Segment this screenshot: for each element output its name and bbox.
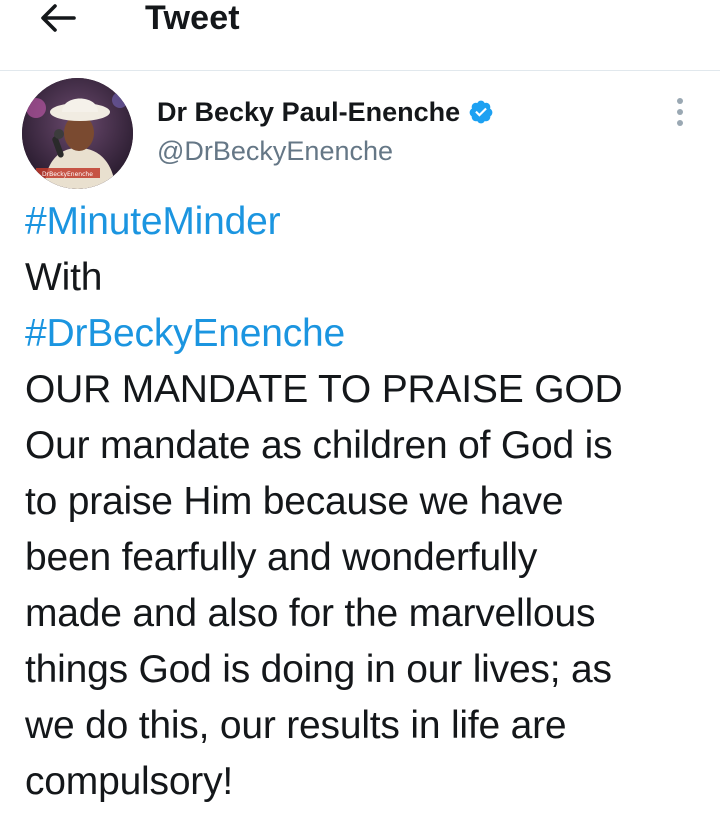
tweet-line: we do this, our results in life are xyxy=(25,704,567,747)
tweet-line: OUR MANDATE TO PRAISE GOD xyxy=(25,368,623,411)
tweet-line: compulsory! xyxy=(25,760,234,803)
tweet-line: to praise Him because we have xyxy=(25,480,564,523)
arrow-left-icon xyxy=(41,4,76,32)
tweet-line: things God is doing in our lives; as xyxy=(25,648,612,691)
hashtag-link[interactable]: #MinuteMinder xyxy=(25,200,281,243)
author-handle[interactable]: @DrBeckyEnenche xyxy=(157,133,393,169)
tweet-text: #MinuteMinder With #DrBeckyEnenche OUR M… xyxy=(25,194,715,810)
tweet-line: With xyxy=(25,256,103,299)
avatar[interactable]: DrBeckyEnenche xyxy=(22,78,133,189)
back-button[interactable] xyxy=(30,0,86,38)
tweet-line: Our mandate as children of God is xyxy=(25,424,613,467)
tweet-line: been fearfully and wonderfully xyxy=(25,536,538,579)
more-options-button[interactable] xyxy=(666,94,694,130)
hashtag-link[interactable]: #DrBeckyEnenche xyxy=(25,312,345,355)
top-bar: Tweet xyxy=(0,0,720,71)
avatar-watermark-text: DrBeckyEnenche xyxy=(42,171,93,178)
page-title: Tweet xyxy=(145,0,240,37)
tweet-line: made and also for the marvellous xyxy=(25,592,596,635)
verified-badge-icon xyxy=(469,100,493,124)
display-name[interactable]: Dr Becky Paul-Enenche xyxy=(157,94,460,130)
author-name-row: Dr Becky Paul-Enenche xyxy=(157,92,494,132)
